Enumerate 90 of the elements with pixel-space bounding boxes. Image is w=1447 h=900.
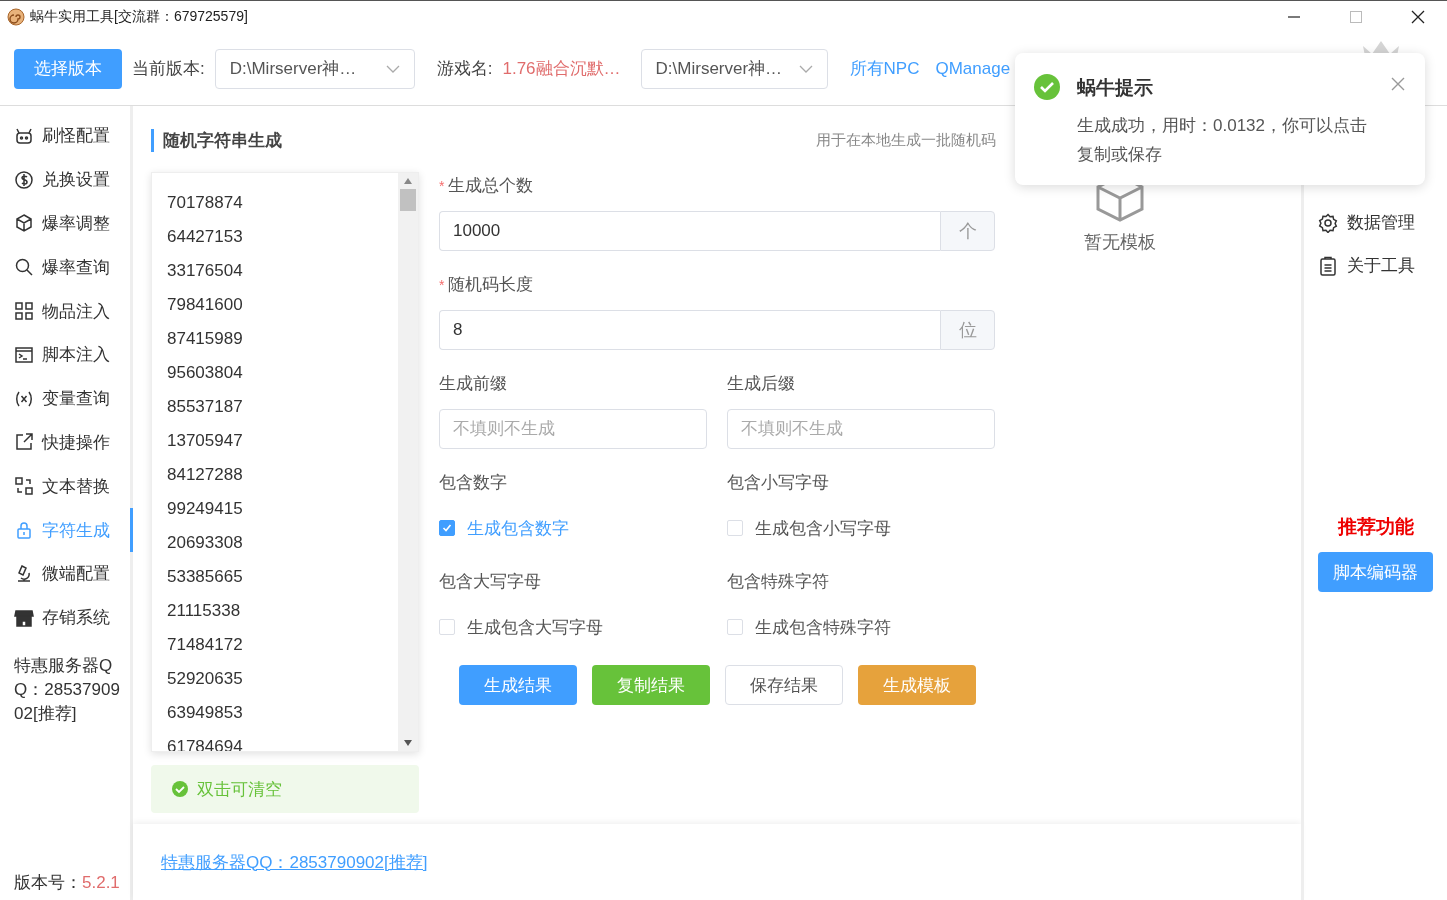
menu-item[interactable]: 关于工具 <box>1318 244 1447 287</box>
text-field[interactable]: 不填则不生成 <box>439 409 707 449</box>
result-item: 84127288 <box>167 464 244 486</box>
field-label: 包含特殊字符 <box>727 571 830 593</box>
checkbox-label[interactable]: 生成包含特殊字符 <box>755 615 891 639</box>
required-mark: * <box>439 178 445 194</box>
checkbox-label[interactable]: 生成包含小写字母 <box>755 516 891 540</box>
chevron-down-icon <box>385 63 400 74</box>
sidebar-item[interactable]: 微端配置 <box>0 551 133 596</box>
checkmark-icon <box>442 523 452 533</box>
sidebar-item[interactable]: 刷怪配置 <box>0 114 133 158</box>
result-item: 85537187 <box>167 396 244 418</box>
gear-icon <box>1318 212 1338 233</box>
snail-logo-icon <box>6 6 26 27</box>
result-item: 79841600 <box>167 294 244 316</box>
unit-addon: 位 <box>940 310 995 350</box>
sidebar-item[interactable]: 爆率调整 <box>0 201 133 246</box>
path-select[interactable]: D:\Mirserver神… <box>214 48 415 89</box>
sidebar-item[interactable]: 快捷操作 <box>0 420 133 465</box>
notification-message: 生成成功，用时：0.0132，你可以点击复制或保存 <box>1077 115 1368 166</box>
panel-title: 随机字符串生成 <box>151 128 282 152</box>
recommend-title: 推荐功能 <box>1336 515 1415 539</box>
empty-text: 暂无模板 <box>1084 231 1156 254</box>
unit-addon: 个 <box>940 211 995 251</box>
panel-subtitle: 用于在本地生成一批随机码 <box>816 130 996 150</box>
swap-icon <box>14 476 34 497</box>
sidebar-item[interactable]: 存销系统 <box>0 595 133 640</box>
close-icon <box>1411 9 1425 24</box>
hint-text: 双击可清空 <box>197 778 282 801</box>
field-label: 包含小写字母 <box>727 472 830 494</box>
result-item: 52920635 <box>167 668 244 690</box>
result-item: 64427153 <box>167 226 244 248</box>
number-field[interactable]: 10000 <box>439 211 940 251</box>
field-label: 包含大写字母 <box>439 571 542 593</box>
promo-text: 特惠服务器QQ：2853790902[推荐] <box>13 654 121 725</box>
version-text: 版本号：5.2.1 <box>13 872 121 894</box>
result-item: 71484172 <box>167 634 244 656</box>
field-label: 生成后缀 <box>727 373 796 395</box>
required-mark: * <box>439 277 445 293</box>
sidebar-item[interactable]: 物品注入 <box>0 289 133 333</box>
lock-icon <box>14 520 34 541</box>
success-icon <box>1033 73 1061 101</box>
game-name-label: 游戏名: <box>436 58 493 80</box>
checkbox-box[interactable] <box>439 520 455 536</box>
close-icon[interactable] <box>1391 77 1405 91</box>
menu-item[interactable]: 数据管理 <box>1318 201 1447 244</box>
result-item: 95603804 <box>167 362 244 384</box>
notification-title: 蜗牛提示 <box>1077 76 1154 100</box>
field-label: 包含数字 <box>439 472 508 494</box>
checkbox-label[interactable]: 生成包含大写字母 <box>467 615 603 639</box>
sidebar-item[interactable]: 兑换设置 <box>0 157 133 202</box>
path-select[interactable]: D:\Mirserver神… <box>640 48 828 89</box>
version-label: 当前版本: <box>132 58 205 80</box>
maximize-icon <box>1349 9 1363 24</box>
field-label: 随机码长度 <box>448 275 534 294</box>
result-item: 20693308 <box>167 532 244 554</box>
chevron-down-icon <box>798 63 813 74</box>
sidebar-item[interactable]: 文本替换 <box>0 464 133 509</box>
sidebar-item[interactable]: 爆率查询 <box>0 245 133 290</box>
qr-code-icon <box>14 301 34 322</box>
result-item: 33176504 <box>167 260 244 282</box>
terminal-icon <box>14 344 34 365</box>
store-icon <box>14 607 34 628</box>
minimize-icon <box>1288 15 1300 18</box>
action-button[interactable]: 保存结果 <box>725 665 843 705</box>
scroll-up-icon[interactable] <box>403 177 413 185</box>
result-item: 70178874 <box>167 192 244 214</box>
clipboard-icon <box>1318 255 1338 276</box>
number-field[interactable]: 8 <box>439 310 940 350</box>
result-item: 87415989 <box>167 328 244 350</box>
game-name: 1.76融合沉默… <box>502 58 621 80</box>
field-label: 生成前缀 <box>439 373 508 395</box>
scroll-down-icon[interactable] <box>403 739 413 747</box>
window-title: 蜗牛实用工具[交流群：679725579] <box>30 7 249 26</box>
check-circle-icon <box>171 780 189 798</box>
sidebar-item[interactable]: 脚本注入 <box>0 333 133 377</box>
result-item: 53385665 <box>167 566 244 588</box>
result-item: 21115338 <box>167 600 242 622</box>
scrollbar[interactable] <box>398 173 418 751</box>
text-field[interactable]: 不填则不生成 <box>727 409 995 449</box>
result-item: 99249415 <box>167 498 244 520</box>
search-icon <box>14 257 34 278</box>
sidebar-item[interactable]: 变量查询 <box>0 376 133 421</box>
cube-icon <box>14 213 34 234</box>
field-label: 生成总个数 <box>448 176 534 195</box>
result-item: 13705947 <box>167 430 244 452</box>
scrollbar-thumb[interactable] <box>400 189 416 211</box>
result-item: 63949853 <box>167 702 244 724</box>
dollar-icon <box>14 169 34 190</box>
external-link-icon <box>14 432 34 453</box>
